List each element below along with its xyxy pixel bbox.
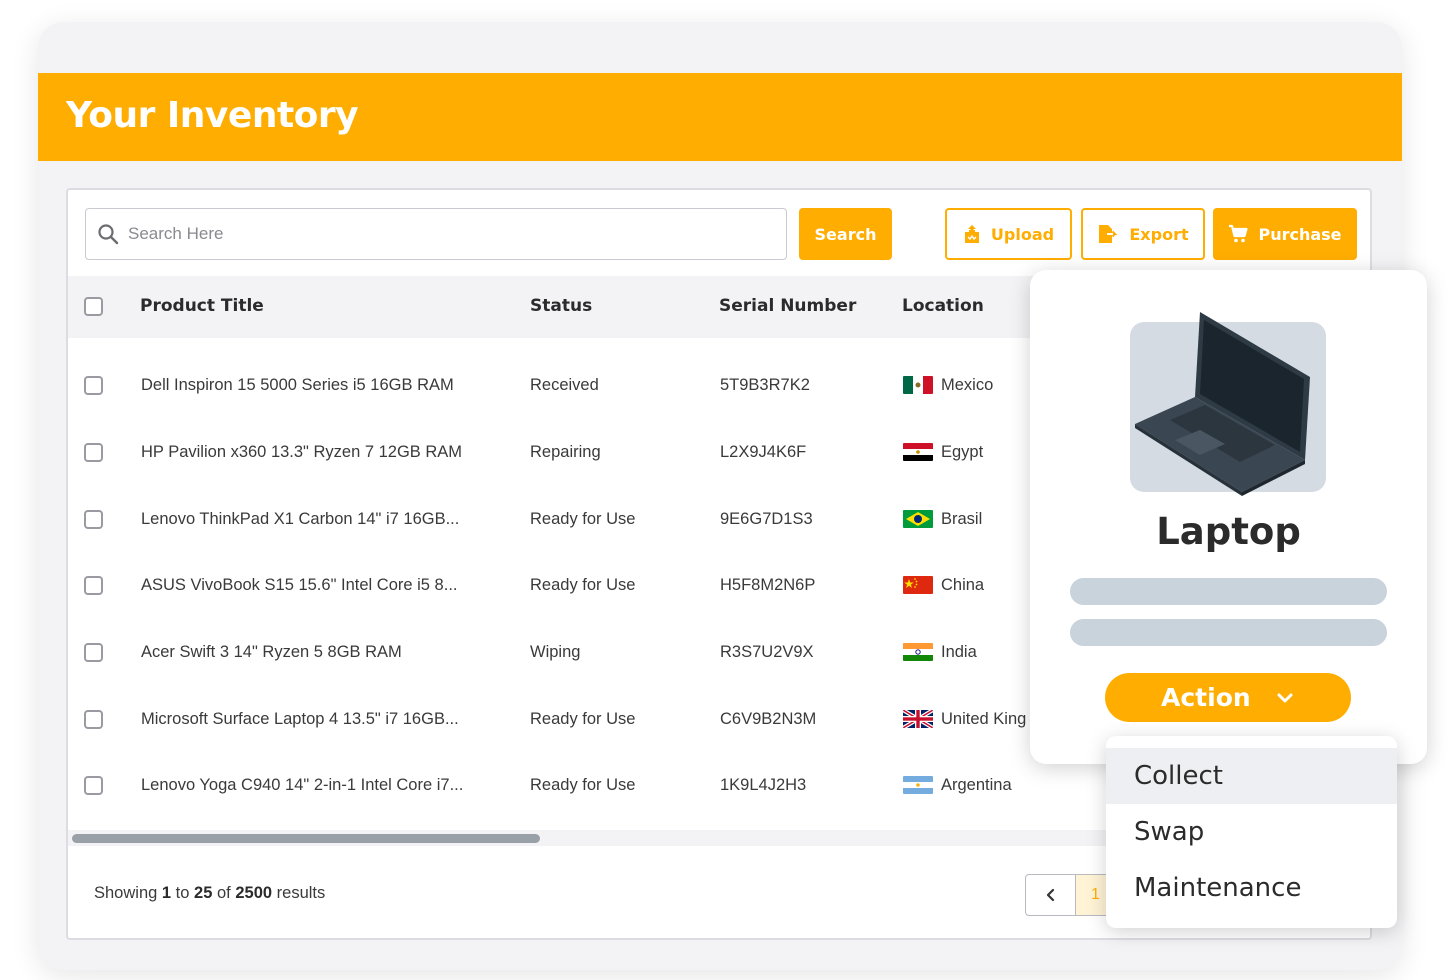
status: Repairing bbox=[530, 443, 601, 461]
argentina-flag-icon bbox=[903, 776, 933, 794]
row-checkbox[interactable] bbox=[84, 643, 103, 662]
column-header-status[interactable]: Status bbox=[530, 296, 592, 316]
row-checkbox[interactable] bbox=[84, 776, 103, 795]
search-button[interactable]: Search bbox=[799, 208, 892, 260]
india-flag-icon bbox=[903, 643, 933, 661]
serial-number: 9E6G7D1S3 bbox=[720, 510, 813, 528]
location: United King bbox=[941, 710, 1027, 728]
row-checkbox[interactable] bbox=[84, 710, 103, 729]
select-all-checkbox[interactable] bbox=[84, 297, 103, 316]
export-file-icon bbox=[1099, 225, 1118, 243]
search-icon bbox=[98, 224, 119, 245]
column-header-serial-number[interactable]: Serial Number bbox=[719, 296, 856, 316]
product-title: ASUS VivoBook S15 15.6" Intel Core i5 8.… bbox=[141, 576, 458, 594]
product-card: Laptop Action bbox=[1030, 270, 1427, 764]
previous-page-button[interactable] bbox=[1025, 874, 1076, 916]
row-checkbox[interactable] bbox=[84, 376, 103, 395]
page-title: Your Inventory bbox=[66, 95, 359, 136]
status: Ready for Use bbox=[530, 576, 636, 594]
status: Ready for Use bbox=[530, 776, 636, 794]
laptop-icon bbox=[1135, 312, 1310, 496]
search-field[interactable] bbox=[85, 208, 787, 260]
serial-number: 1K9L4J2H3 bbox=[720, 776, 807, 794]
serial-number: L2X9J4K6F bbox=[720, 443, 807, 461]
status: Ready for Use bbox=[530, 710, 636, 728]
upload-icon bbox=[964, 225, 979, 243]
header-banner: Your Inventory bbox=[38, 73, 1402, 161]
action-dropdown-button[interactable]: Action bbox=[1105, 673, 1351, 722]
column-header-product-title[interactable]: Product Title bbox=[140, 296, 264, 316]
location: Mexico bbox=[941, 376, 994, 394]
upload-button[interactable]: Upload bbox=[945, 208, 1072, 260]
location: Egypt bbox=[941, 443, 984, 461]
product-title: Lenovo Yoga C940 14" 2-in-1 Intel Core i… bbox=[141, 776, 464, 794]
search-input[interactable] bbox=[128, 221, 768, 247]
menu-item-swap[interactable]: Swap bbox=[1106, 804, 1397, 860]
menu-item-collect[interactable]: Collect bbox=[1106, 748, 1397, 804]
product-title: Dell Inspiron 15 5000 Series i5 16GB RAM bbox=[141, 376, 454, 394]
export-button[interactable]: Export bbox=[1081, 208, 1205, 260]
status: Ready for Use bbox=[530, 510, 636, 528]
uk-flag-icon bbox=[903, 710, 933, 728]
serial-number: C6V9B2N3M bbox=[720, 710, 817, 728]
purchase-button[interactable]: Purchase bbox=[1213, 208, 1357, 260]
skeleton-line bbox=[1070, 619, 1387, 646]
purchase-button-label: Purchase bbox=[1258, 224, 1342, 244]
chevron-left-icon bbox=[1046, 888, 1054, 902]
column-header-location[interactable]: Location bbox=[902, 296, 984, 316]
menu-item-maintenance[interactable]: Maintenance bbox=[1106, 860, 1397, 916]
cart-icon bbox=[1229, 224, 1249, 243]
brazil-flag-icon bbox=[903, 510, 933, 528]
location: Argentina bbox=[941, 776, 1012, 794]
product-title: Microsoft Surface Laptop 4 13.5" i7 16GB… bbox=[141, 710, 459, 728]
location: India bbox=[941, 643, 977, 661]
row-checkbox[interactable] bbox=[84, 443, 103, 462]
action-button-label: Action bbox=[1161, 683, 1251, 712]
row-checkbox[interactable] bbox=[84, 510, 103, 529]
product-title: HP Pavilion x360 13.3" Ryzen 7 12GB RAM bbox=[141, 443, 463, 461]
scrollbar-thumb[interactable] bbox=[72, 834, 540, 843]
product-title: Acer Swift 3 14" Ryzen 5 8GB RAM bbox=[141, 643, 402, 661]
laptop-image bbox=[1130, 312, 1326, 496]
product-title: Lenovo ThinkPad X1 Carbon 14" i7 16GB... bbox=[141, 510, 460, 528]
location: Brasil bbox=[941, 510, 983, 528]
china-flag-icon bbox=[903, 576, 933, 594]
location: China bbox=[941, 576, 985, 594]
card-title: Laptop bbox=[1156, 510, 1301, 553]
status: Received bbox=[530, 376, 599, 394]
serial-number: H5F8M2N6P bbox=[720, 576, 816, 594]
mexico-flag-icon bbox=[903, 376, 933, 394]
status: Wiping bbox=[530, 643, 581, 661]
serial-number: R3S7U2V9X bbox=[720, 643, 814, 661]
results-summary: Showing 1 to 25 of 2500 results bbox=[94, 884, 326, 902]
egypt-flag-icon bbox=[903, 443, 933, 461]
upload-button-label: Upload bbox=[990, 224, 1055, 244]
serial-number: 5T9B3R7K2 bbox=[720, 376, 810, 394]
export-button-label: Export bbox=[1129, 224, 1189, 244]
row-checkbox[interactable] bbox=[84, 576, 103, 595]
action-menu: Collect Swap Maintenance bbox=[1106, 736, 1397, 928]
skeleton-line bbox=[1070, 578, 1387, 605]
chevron-down-icon bbox=[1277, 693, 1293, 703]
search-button-label: Search bbox=[814, 224, 877, 244]
pagination: 1 bbox=[1025, 874, 1116, 916]
